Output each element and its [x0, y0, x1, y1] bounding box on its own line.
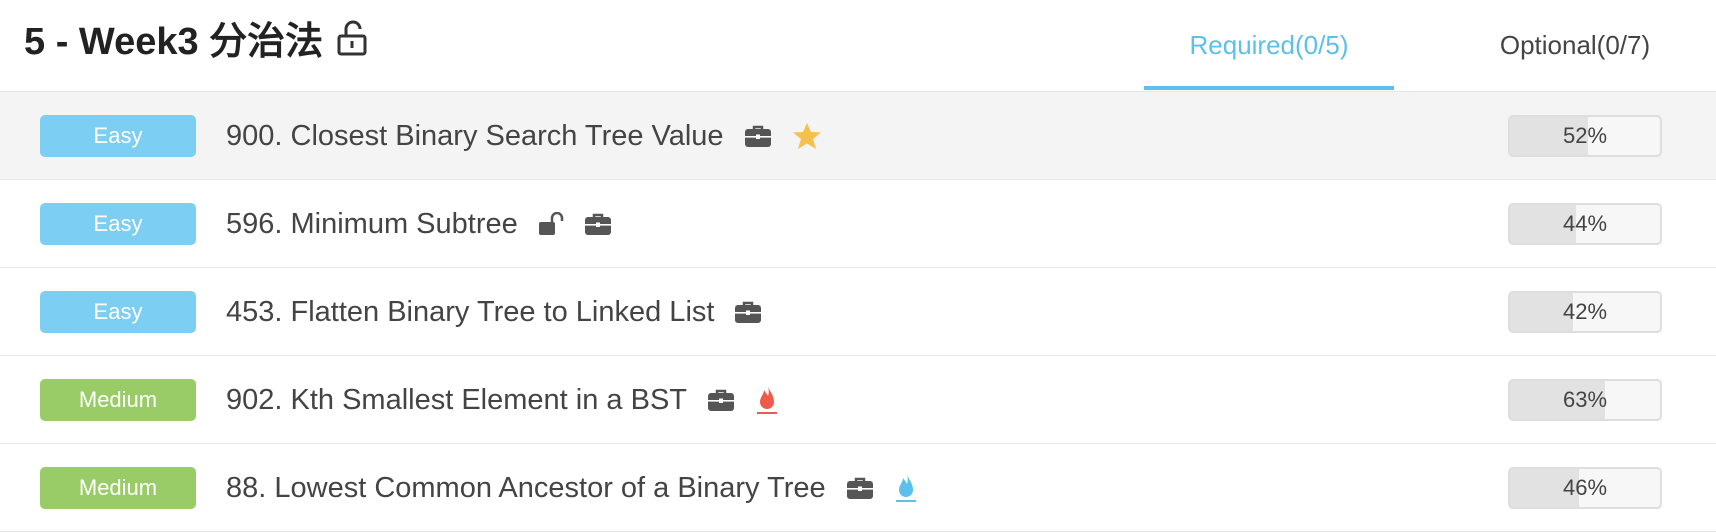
tab-optional-label: Optional(0/7)	[1499, 29, 1651, 60]
unlock-icon	[538, 212, 564, 236]
problem-row[interactable]: Easy 453. Flatten Binary Tree to Linked …	[0, 268, 1716, 356]
acceptance-text: 44%	[1562, 211, 1608, 236]
problem-name: 88. Lowest Common Ancestor of a Binary T…	[226, 444, 918, 532]
problem-row[interactable]: Easy 900. Closest Binary Search Tree Val…	[0, 92, 1716, 180]
header: 5 - Week3 分治法 Required(0/5) Optional(0/7…	[0, 0, 1716, 92]
difficulty-badge: Easy	[40, 291, 196, 333]
problem-link[interactable]: 596. Minimum Subtree	[226, 208, 518, 241]
unlock-icon[interactable]	[337, 20, 369, 56]
page-title-text: 5 - Week3 分治法	[24, 21, 324, 63]
tab-required[interactable]: Required(0/5)	[1144, 0, 1394, 90]
page-title: 5 - Week3 分治法	[24, 10, 369, 65]
difficulty-badge: Easy	[40, 115, 196, 157]
acceptance-rate: 42%	[1508, 291, 1662, 333]
acceptance-rate: 46%	[1508, 467, 1662, 509]
acceptance-text: 42%	[1562, 299, 1608, 324]
problem-link[interactable]: 900. Closest Binary Search Tree Value	[226, 120, 724, 153]
difficulty-badge: Easy	[40, 203, 196, 245]
acceptance-rate: 63%	[1508, 379, 1662, 421]
fire-blue-icon	[894, 473, 918, 503]
star-icon[interactable]	[792, 122, 822, 150]
problem-name: 453. Flatten Binary Tree to Linked List	[226, 268, 762, 356]
briefcase-icon	[707, 388, 735, 412]
briefcase-icon	[734, 300, 762, 324]
acceptance-text: 46%	[1562, 475, 1608, 500]
briefcase-icon	[584, 212, 612, 236]
acceptance-text: 63%	[1562, 387, 1608, 412]
acceptance-rate: 44%	[1508, 203, 1662, 245]
briefcase-icon	[744, 124, 772, 148]
problem-link[interactable]: 453. Flatten Binary Tree to Linked List	[226, 296, 714, 329]
problem-row[interactable]: Medium 902. Kth Smallest Element in a BS…	[0, 356, 1716, 444]
problem-row[interactable]: Medium 88. Lowest Common Ancestor of a B…	[0, 444, 1716, 532]
problem-link[interactable]: 902. Kth Smallest Element in a BST	[226, 384, 687, 417]
difficulty-badge: Medium	[40, 379, 196, 421]
problem-name: 900. Closest Binary Search Tree Value	[226, 92, 822, 180]
acceptance-rate: 52%	[1508, 115, 1662, 157]
briefcase-icon	[846, 476, 874, 500]
problem-name: 902. Kth Smallest Element in a BST	[226, 356, 779, 444]
problem-name: 596. Minimum Subtree	[226, 180, 612, 268]
tab-optional[interactable]: Optional(0/7)	[1450, 0, 1700, 90]
tab-required-label: Required(0/5)	[1189, 29, 1349, 60]
difficulty-badge: Medium	[40, 467, 196, 509]
problem-row[interactable]: Easy 596. Minimum Subtree 44%	[0, 180, 1716, 268]
problem-link[interactable]: 88. Lowest Common Ancestor of a Binary T…	[226, 472, 826, 505]
fire-red-icon	[755, 385, 779, 415]
problem-list: Easy 900. Closest Binary Search Tree Val…	[0, 92, 1716, 532]
acceptance-text: 52%	[1562, 123, 1608, 148]
